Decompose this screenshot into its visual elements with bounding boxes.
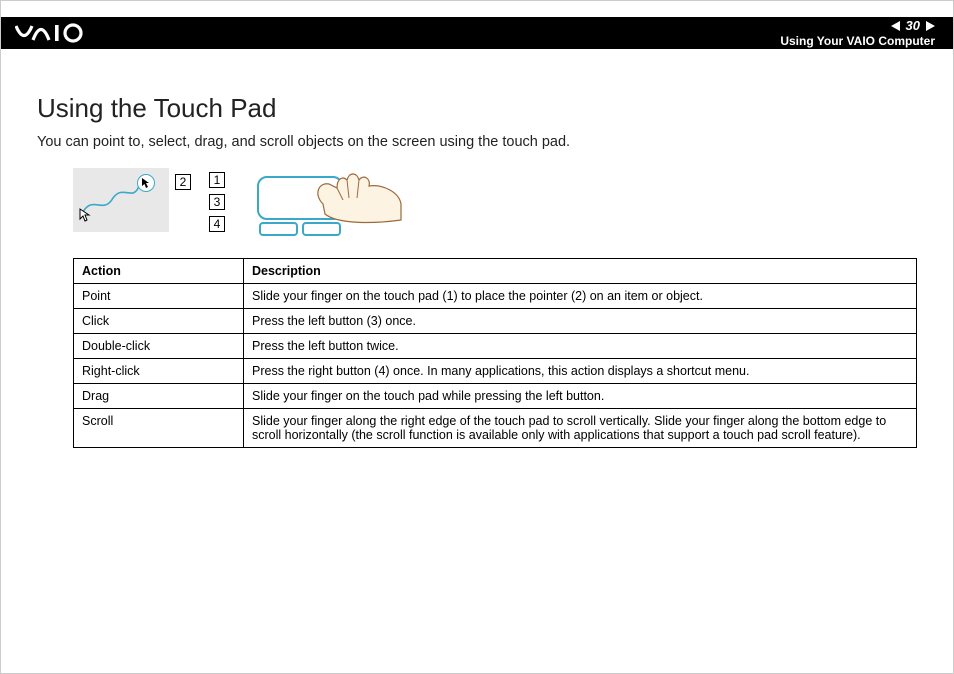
callout-3: 3 [209, 194, 225, 210]
callout-1: 1 [209, 172, 225, 188]
cell-description: Slide your finger along the right edge o… [244, 409, 917, 448]
table-header-row: Action Description [74, 259, 917, 284]
table-row: Click Press the left button (3) once. [74, 309, 917, 334]
col-action: Action [74, 259, 244, 284]
cell-description: Slide your finger on the touch pad while… [244, 384, 917, 409]
actions-table: Action Description Point Slide your fing… [73, 258, 917, 448]
vaio-logo [15, 23, 101, 43]
cell-action: Point [74, 284, 244, 309]
cell-description: Press the left button (3) once. [244, 309, 917, 334]
cell-action: Click [74, 309, 244, 334]
pointer-highlight-icon [137, 174, 155, 192]
vaio-logo-icon [15, 23, 101, 43]
page-title: Using the Touch Pad [37, 93, 917, 124]
hand-icon [303, 164, 403, 224]
cell-description: Slide your finger on the touch pad (1) t… [244, 284, 917, 309]
prev-page-icon[interactable] [891, 21, 900, 31]
col-description: Description [244, 259, 917, 284]
cell-action: Scroll [74, 409, 244, 448]
touchpad-buttons-icon [259, 222, 341, 236]
header-nav: 30 Using Your VAIO Computer [780, 18, 935, 48]
header-bar: 30 Using Your VAIO Computer [1, 17, 953, 49]
table-row: Double-click Press the left button twice… [74, 334, 917, 359]
illustration-row: 2 1 3 4 [73, 168, 917, 244]
cell-description: Press the right button (4) once. In many… [244, 359, 917, 384]
callout-column: 1 3 4 [209, 172, 225, 232]
cell-action: Right-click [74, 359, 244, 384]
pointer-illustration: 2 [73, 168, 169, 232]
table-row: Right-click Press the right button (4) o… [74, 359, 917, 384]
table-row: Point Slide your finger on the touch pad… [74, 284, 917, 309]
table-row: Drag Slide your finger on the touch pad … [74, 384, 917, 409]
page-number: 30 [906, 18, 920, 33]
table-row: Scroll Slide your finger along the right… [74, 409, 917, 448]
cell-action: Drag [74, 384, 244, 409]
cursor-icon [79, 208, 91, 225]
callout-4: 4 [209, 216, 225, 232]
next-page-icon[interactable] [926, 21, 935, 31]
breadcrumb: Using Your VAIO Computer [780, 34, 935, 48]
cell-description: Press the left button twice. [244, 334, 917, 359]
page-content: Using the Touch Pad You can point to, se… [37, 93, 917, 448]
callout-2: 2 [175, 174, 191, 190]
intro-text: You can point to, select, drag, and scro… [37, 134, 917, 150]
cell-action: Double-click [74, 334, 244, 359]
touchpad-illustration [245, 168, 405, 244]
